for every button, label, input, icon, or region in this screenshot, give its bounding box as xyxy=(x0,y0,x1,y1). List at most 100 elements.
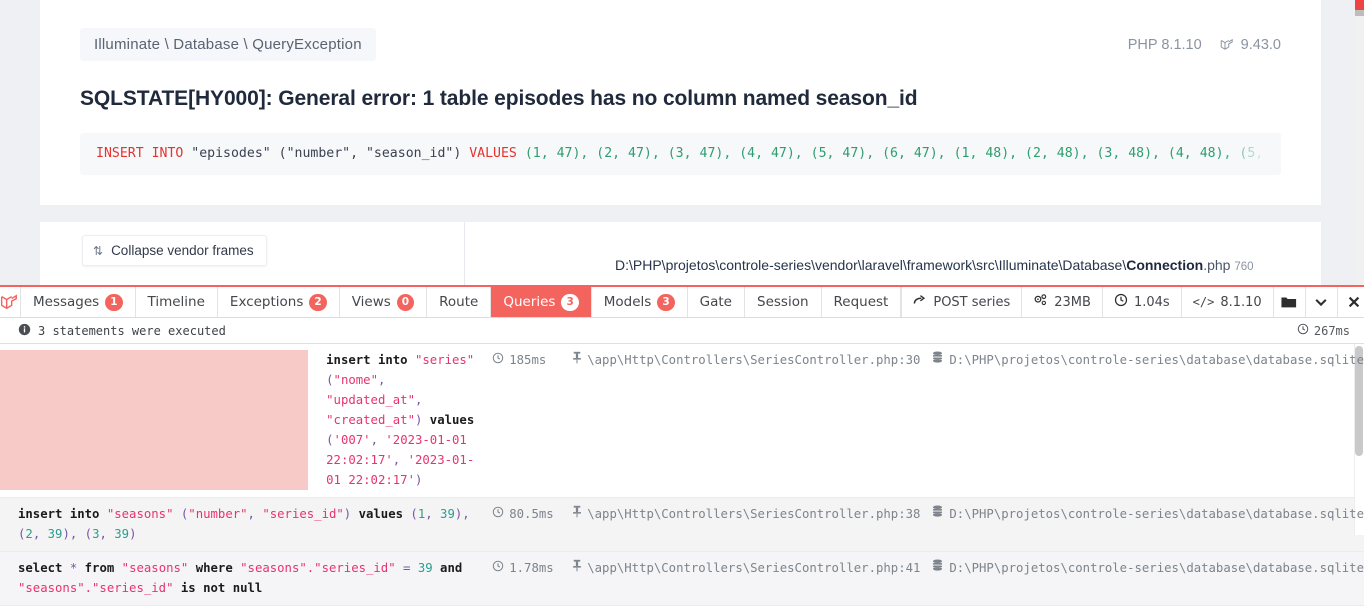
tab-badge: 1 xyxy=(105,293,123,311)
laravel-logo-icon xyxy=(1220,37,1235,52)
collapse-vendor-frames-label: Collapse vendor frames xyxy=(111,243,254,258)
tab-label: Request xyxy=(833,294,889,310)
query-row[interactable]: select * from "seasons" where "seasons".… xyxy=(0,552,1364,606)
pin-icon xyxy=(572,350,582,370)
laravel-version: 9.43.0 xyxy=(1220,37,1281,53)
tab-badge: 2 xyxy=(309,293,327,311)
stack-frames-area: ⇅ Collapse vendor frames D:\PHP\projetos… xyxy=(40,222,1321,285)
query-row[interactable]: insert into "series" ("nome", "updated_a… xyxy=(0,344,1364,498)
debugbar-laravel-logo-icon[interactable] xyxy=(0,287,21,317)
error-page: Illuminate \ Database \ QueryException P… xyxy=(0,0,1364,285)
tab-models[interactable]: Models 3 xyxy=(592,287,688,317)
query-source-label: \app\Http\Controllers\SeriesController.p… xyxy=(587,561,921,575)
frame-detail-pane: D:\PHP\projetos\controle-series\vendor\l… xyxy=(465,222,1321,285)
frame-path-dir: D:\PHP\projetos\controle-series\vendor\l… xyxy=(615,257,1127,273)
memory-stat-label: 23MB xyxy=(1054,294,1091,310)
tab-label: Messages xyxy=(33,294,100,310)
debugbar-tabs: Messages 1 Timeline Exceptions 2 Views 0 Route Q… xyxy=(21,287,902,317)
clock-icon xyxy=(1114,293,1128,311)
query-source[interactable]: \app\Http\Controllers\SeriesController.p… xyxy=(572,504,920,524)
tab-badge: 0 xyxy=(396,293,415,311)
tab-views[interactable]: Views 0 xyxy=(340,287,428,317)
exception-card: Illuminate \ Database \ QueryException P… xyxy=(40,0,1321,205)
tab-label: Models xyxy=(603,294,652,310)
query-meta: 185ms \app\Http\Controllers\SeriesControl… xyxy=(492,350,1364,490)
clock-icon xyxy=(492,558,504,578)
query-connection: D:\PHP\projetos\controle-series\database… xyxy=(932,558,1364,578)
code-icon: </> xyxy=(1192,295,1215,309)
php-version: PHP 8.1.10 xyxy=(1128,37,1202,53)
query-row[interactable]: insert into "seasons" ("number", "series… xyxy=(0,498,1364,552)
query-connection: D:\PHP\projetos\controle-series\database… xyxy=(932,350,1364,370)
query-source-label: \app\Http\Controllers\SeriesController.p… xyxy=(587,353,921,367)
tab-request[interactable]: Request xyxy=(822,287,902,317)
tab-messages[interactable]: Messages 1 xyxy=(21,287,136,317)
time-stat[interactable]: 1.04s xyxy=(1103,287,1182,317)
tab-label: Timeline xyxy=(147,294,205,310)
tab-route[interactable]: Route xyxy=(427,287,492,317)
request-stat[interactable]: POST series xyxy=(902,287,1023,317)
debugbar-stats: POST series 23MB 1.04s </> 8.1.10 xyxy=(902,287,1364,317)
query-connection-label: D:\PHP\projetos\controle-series\database… xyxy=(949,507,1364,521)
query-meta: 80.5ms \app\Http\Controllers\SeriesContro… xyxy=(492,504,1364,544)
exception-class-pill: Illuminate \ Database \ QueryException xyxy=(80,28,376,61)
tab-label: Exceptions xyxy=(229,294,304,310)
collapse-vendor-frames-button[interactable]: ⇅ Collapse vendor frames xyxy=(82,235,267,266)
query-connection-label: D:\PHP\projetos\controle-series\database… xyxy=(949,561,1364,575)
memory-stat[interactable]: 23MB xyxy=(1022,287,1103,317)
debugbar-toolbar: Messages 1 Timeline Exceptions 2 Views 0 Route Q… xyxy=(0,287,1364,318)
php-stat[interactable]: </> 8.1.10 xyxy=(1182,287,1274,317)
sql-tuples: (1, 47), (2, 47), (3, 47), (4, 47), (5, … xyxy=(524,146,1281,161)
info-icon xyxy=(18,323,31,339)
total-time-label: 267ms xyxy=(1313,323,1350,338)
query-source-label: \app\Http\Controllers\SeriesController.p… xyxy=(587,507,921,521)
query-sql: insert into "seasons" ("number", "series… xyxy=(18,507,470,541)
queries-summary-bar: 3 statements were executed 267ms xyxy=(0,318,1364,344)
total-time: 267ms xyxy=(1297,323,1350,338)
close-icon[interactable] xyxy=(1338,287,1364,317)
version-info: PHP 8.1.10 9.43.0 xyxy=(1128,37,1281,53)
sql-columns: ("number", "season_id") xyxy=(278,146,462,161)
tab-label: Session xyxy=(757,294,809,310)
statements-count-label: 3 statements were executed xyxy=(38,323,226,338)
query-duration-label: 80.5ms xyxy=(509,507,554,521)
tab-queries[interactable]: Queries 3 xyxy=(491,287,592,317)
frame-path-ext: .php xyxy=(1203,257,1231,273)
sql-keyword-insert: INSERT INTO xyxy=(96,146,184,161)
database-icon xyxy=(932,558,943,578)
php-version-label: PHP 8.1.10 xyxy=(1127,36,1202,53)
frame-file-path[interactable]: D:\PHP\projetos\controle-series\vendor\l… xyxy=(615,257,1254,273)
clock-icon xyxy=(492,504,504,524)
tab-badge: 3 xyxy=(561,293,579,311)
tab-exceptions[interactable]: Exceptions 2 xyxy=(218,287,340,317)
chevron-down-icon[interactable] xyxy=(1306,287,1338,317)
tab-gate[interactable]: Gate xyxy=(688,287,745,317)
folder-icon[interactable] xyxy=(1274,287,1306,317)
frame-path-file: Connection xyxy=(1126,257,1204,273)
page-scrollbar[interactable] xyxy=(1355,0,1364,285)
sql-keyword-values: VALUES xyxy=(469,146,517,161)
sql-snippet: INSERT INTO "episodes" ("number", "seaso… xyxy=(80,133,1281,175)
laravel-debugbar: Messages 1 Timeline Exceptions 2 Views 0 Route Q… xyxy=(0,285,1364,606)
query-duration: 1.78ms xyxy=(492,558,570,578)
pin-icon xyxy=(572,558,582,578)
exception-header: Illuminate \ Database \ QueryException P… xyxy=(80,28,1281,61)
query-duration: 185ms xyxy=(492,350,570,370)
page-title: SQLSTATE[HY000]: General error: 1 table … xyxy=(80,87,918,110)
query-connection-label: D:\PHP\projetos\controle-series\database… xyxy=(949,353,1364,367)
scrollbar-top-accent xyxy=(1355,0,1364,10)
selection-highlight xyxy=(0,350,309,490)
tab-session[interactable]: Session xyxy=(745,287,822,317)
gears-icon xyxy=(1033,293,1048,311)
clock-icon xyxy=(492,350,504,370)
query-source[interactable]: \app\Http\Controllers\SeriesController.p… xyxy=(572,350,920,370)
database-icon xyxy=(932,504,943,524)
query-source[interactable]: \app\Http\Controllers\SeriesController.p… xyxy=(572,558,920,578)
tab-label: Route xyxy=(439,294,479,310)
query-sql: select * from "seasons" where "seasons".… xyxy=(18,561,463,595)
query-duration: 80.5ms xyxy=(492,504,570,524)
tab-timeline[interactable]: Timeline xyxy=(136,287,218,317)
laravel-version-label: 9.43.0 xyxy=(1240,36,1281,53)
query-sql: insert into "series" ("nome", "updated_a… xyxy=(326,353,475,487)
query-duration-label: 1.78ms xyxy=(509,561,554,575)
